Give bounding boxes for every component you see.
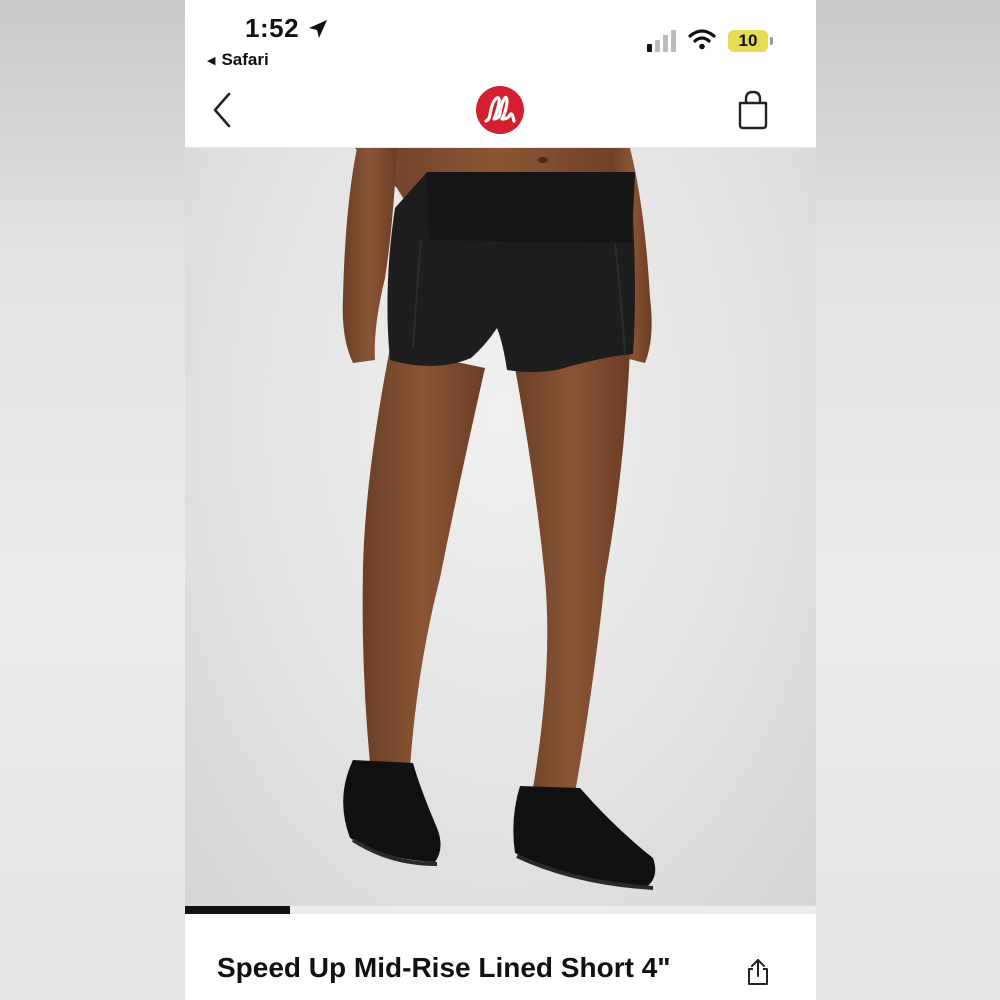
share-icon[interactable] xyxy=(745,957,771,987)
carousel-progress-fill xyxy=(185,906,291,914)
battery-nub xyxy=(770,37,773,45)
backdrop-left xyxy=(0,0,185,1000)
shopping-bag-icon[interactable] xyxy=(736,90,770,130)
product-title: Speed Up Mid-Rise Lined Short 4" xyxy=(217,952,671,983)
product-illustration xyxy=(342,148,656,890)
wifi-icon xyxy=(688,29,716,50)
carousel-progress xyxy=(185,906,816,914)
nav-bar xyxy=(185,80,816,148)
location-arrow-icon xyxy=(309,20,327,38)
back-triangle-icon: ◀ xyxy=(207,55,216,67)
phone-screen: 1:52 ◀ Safari 10 Speed Up Mid-Rise Lined… xyxy=(185,0,816,1000)
status-bar: 1:52 ◀ Safari 10 xyxy=(185,0,816,80)
lululemon-logo[interactable] xyxy=(475,85,525,135)
battery-level: 10 xyxy=(738,31,758,50)
product-photo[interactable] xyxy=(185,148,816,908)
status-time: 1:52 xyxy=(245,13,300,43)
back-to-app-link[interactable]: ◀ Safari xyxy=(207,50,269,70)
chevron-left-icon[interactable] xyxy=(207,90,237,130)
battery-icon: 10 xyxy=(728,30,768,52)
signal-bars-icon xyxy=(647,30,676,52)
back-app-label: Safari xyxy=(221,50,269,69)
backdrop-right xyxy=(816,0,1000,1000)
